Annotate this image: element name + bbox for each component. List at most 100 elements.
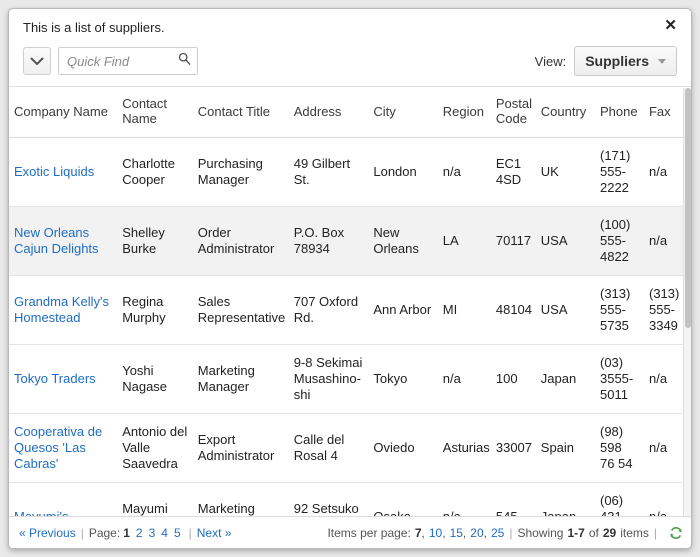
page-number-5[interactable]: 5 — [174, 526, 181, 540]
view-selector: View: Suppliers — [535, 46, 677, 76]
next-page-link[interactable]: Next » — [197, 526, 232, 540]
items-per-page-7-current[interactable]: 7 — [415, 526, 422, 540]
cell-address: P.O. Box 78934 — [288, 206, 369, 276]
cell-phone: (06) 431-7877 — [594, 482, 644, 516]
cell-region: n/a — [437, 344, 491, 414]
scrollbar-thumb[interactable] — [685, 88, 691, 328]
showing-middle: of — [588, 525, 599, 540]
cell-company-name[interactable]: New Orleans Cajun Delights — [9, 206, 118, 276]
column-header-contact-title[interactable]: Contact Title — [192, 87, 289, 138]
vertical-scrollbar[interactable] — [683, 88, 691, 516]
cell-address: 9-8 Sekimai Musashino-shi — [288, 344, 369, 414]
comma: , — [421, 525, 425, 540]
column-header-city[interactable]: City — [368, 87, 438, 138]
pager-separator: | — [188, 525, 192, 540]
cell-company-name[interactable]: Mayumi's — [9, 482, 118, 516]
page-number-3[interactable]: 3 — [149, 526, 156, 540]
cell-company-name[interactable]: Tokyo Traders — [9, 344, 118, 414]
table-row[interactable]: Tokyo Traders Yoshi Nagase Marketing Man… — [9, 344, 691, 414]
column-header-country[interactable]: Country — [535, 87, 595, 138]
suppliers-window: This is a list of suppliers. ✕ Quick Fin… — [8, 8, 692, 549]
cell-postal-code: 100 — [490, 344, 536, 414]
view-label: View: — [534, 53, 567, 69]
page-number-4[interactable]: 4 — [161, 526, 168, 540]
column-header-region[interactable]: Region — [437, 87, 491, 138]
company-link[interactable]: Tokyo Traders — [14, 371, 96, 386]
cell-region: LA — [437, 206, 491, 276]
cell-postal-code: 48104 — [490, 275, 536, 345]
table-row[interactable]: Grandma Kelly's Homestead Regina Murphy … — [9, 275, 691, 345]
close-icon[interactable]: ✕ — [664, 18, 677, 34]
cell-country: Spain — [535, 413, 595, 483]
items-per-page-10[interactable]: 10 — [429, 526, 442, 540]
table-body: Exotic Liquids Charlotte Cooper Purchasi… — [9, 137, 691, 516]
table-row[interactable]: Mayumi's Mayumi Ohno Marketing Represent… — [9, 482, 691, 516]
window-header: This is a list of suppliers. ✕ Quick Fin… — [9, 9, 691, 86]
page-number-2[interactable]: 2 — [136, 526, 143, 540]
cell-city: New Orleans — [368, 206, 438, 276]
cell-city: Tokyo — [368, 344, 438, 414]
pager-separator: | — [80, 525, 84, 540]
cell-city: London — [368, 137, 438, 207]
company-link[interactable]: New Orleans Cajun Delights — [14, 225, 99, 256]
column-header-phone[interactable]: Phone — [594, 87, 644, 138]
items-per-page-label: Items per page: — [327, 525, 411, 540]
page-label: Page: — [88, 525, 121, 540]
items-per-page-15[interactable]: 15 — [450, 526, 463, 540]
toolbar: View: Suppliers — [23, 46, 677, 86]
chevron-down-icon — [30, 57, 44, 66]
cell-contact-title: Marketing Representative — [192, 482, 289, 516]
cell-contact-name: Yoshi Nagase — [117, 344, 193, 414]
company-link[interactable]: Exotic Liquids — [14, 164, 94, 179]
cell-phone: (100) 555-4822 — [594, 206, 644, 276]
cell-contact-title: Order Administrator — [192, 206, 289, 276]
view-dropdown-button[interactable]: Suppliers — [574, 46, 677, 76]
column-header-company-name[interactable]: Company Name — [9, 87, 118, 138]
cell-city: Osaka — [368, 482, 438, 516]
cell-phone: (98) 598 76 54 — [594, 413, 644, 483]
cell-address: 92 Setsuko Chuo-ku — [288, 482, 369, 516]
cell-address: 49 Gilbert St. — [288, 137, 369, 207]
cell-country: USA — [535, 206, 595, 276]
company-link[interactable]: Mayumi's — [14, 509, 69, 516]
previous-page-link[interactable]: « Previous — [19, 526, 76, 540]
cell-region: MI — [437, 275, 491, 345]
search-input[interactable] — [58, 47, 198, 75]
showing-prefix: Showing — [517, 525, 564, 540]
cell-contact-title: Purchasing Manager — [192, 137, 289, 207]
company-link[interactable]: Cooperativa de Quesos 'Las Cabras' — [14, 424, 102, 471]
table-row[interactable]: New Orleans Cajun Delights Shelley Burke… — [9, 206, 691, 276]
cell-company-name[interactable]: Grandma Kelly's Homestead — [9, 275, 118, 345]
cell-city: Ann Arbor — [368, 275, 438, 345]
pager-footer: « Previous | Page: 1 2 3 4 5 | Next » It… — [9, 516, 691, 548]
filter-dropdown-button[interactable] — [23, 47, 51, 75]
cell-company-name[interactable]: Exotic Liquids — [9, 137, 118, 207]
column-header-postal-code[interactable]: Postal Code — [490, 87, 536, 138]
cell-contact-name: Shelley Burke — [117, 206, 193, 276]
showing-range: 1-7 — [567, 525, 585, 540]
cell-country: Japan — [535, 344, 595, 414]
items-per-page-20[interactable]: 20 — [470, 526, 483, 540]
page-number-1-current[interactable]: 1 — [123, 526, 130, 540]
cell-contact-title: Marketing Manager — [192, 344, 289, 414]
pager-separator: | — [653, 525, 657, 540]
column-header-address[interactable]: Address — [288, 87, 369, 138]
showing-suffix: items — [620, 525, 649, 540]
cell-postal-code: 545 — [490, 482, 536, 516]
column-header-contact-name[interactable]: Contact Name — [117, 87, 193, 138]
cell-phone: (313) 555-5735 — [594, 275, 644, 345]
cell-region: n/a — [437, 137, 491, 207]
cell-contact-name: Charlotte Cooper — [117, 137, 193, 207]
cell-contact-name: Antonio del Valle Saavedra — [117, 413, 193, 483]
refresh-icon[interactable] — [669, 526, 683, 540]
items-per-page-25[interactable]: 25 — [491, 526, 504, 540]
pager-separator: | — [509, 525, 513, 540]
cell-contact-title: Export Administrator — [192, 413, 289, 483]
company-link[interactable]: Grandma Kelly's Homestead — [14, 294, 109, 325]
showing-total: 29 — [602, 525, 617, 540]
cell-contact-name: Mayumi Ohno — [117, 482, 193, 516]
table-row[interactable]: Cooperativa de Quesos 'Las Cabras' Anton… — [9, 413, 691, 483]
cell-company-name[interactable]: Cooperativa de Quesos 'Las Cabras' — [9, 413, 118, 483]
table-row[interactable]: Exotic Liquids Charlotte Cooper Purchasi… — [9, 137, 691, 207]
table-header-row: Company Name Contact Name Contact Title … — [9, 87, 691, 138]
